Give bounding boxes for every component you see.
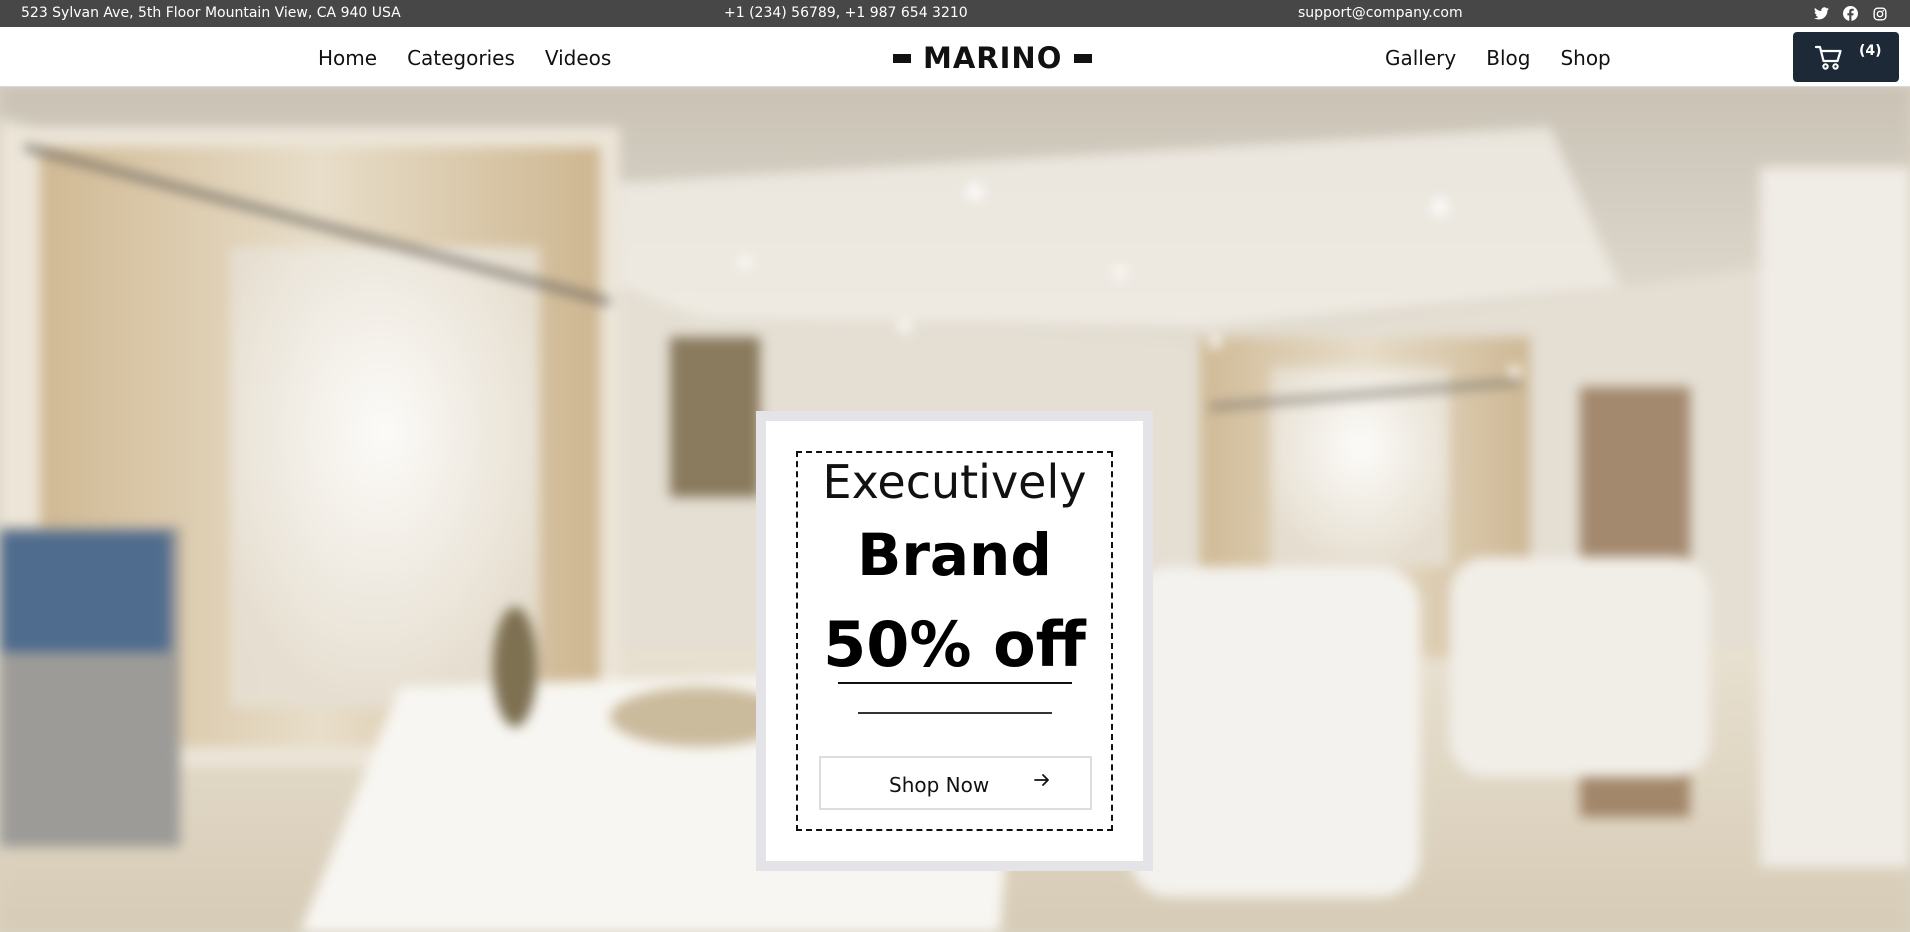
- promo-line-executively: Executively: [822, 455, 1087, 509]
- site-header: Home Categories Videos MARINO Gallery Bl…: [0, 27, 1910, 87]
- promo-dashed-frame: Executively Brand 50% off Shop Now: [796, 451, 1113, 831]
- nav-categories[interactable]: Categories: [407, 46, 515, 70]
- logo-bar-left: [893, 53, 911, 63]
- facebook-icon[interactable]: [1841, 4, 1860, 23]
- cart-button[interactable]: (4): [1793, 32, 1899, 82]
- arrow-right-icon: [1033, 771, 1051, 794]
- logo-text: MARINO: [923, 41, 1063, 75]
- top-info-bar: 523 Sylvan Ave, 5th Floor Mountain View,…: [0, 0, 1910, 27]
- social-links: [1812, 4, 1889, 23]
- promo-divider-bottom: [858, 712, 1052, 714]
- site-logo[interactable]: MARINO: [893, 41, 1093, 75]
- twitter-icon[interactable]: [1812, 4, 1831, 23]
- promo-line-discount: 50% off: [823, 608, 1086, 681]
- cart-icon: [1814, 45, 1843, 76]
- address-text: 523 Sylvan Ave, 5th Floor Mountain View,…: [21, 5, 401, 21]
- shop-now-label: Shop Now: [889, 773, 990, 797]
- hero-banner: Executively Brand 50% off Shop Now: [0, 87, 1910, 932]
- instagram-icon[interactable]: [1870, 4, 1889, 23]
- email-link[interactable]: support@company.com: [1298, 5, 1463, 21]
- nav-shop[interactable]: Shop: [1560, 46, 1610, 70]
- promo-card: Executively Brand 50% off Shop Now: [756, 411, 1153, 871]
- nav-gallery[interactable]: Gallery: [1385, 46, 1456, 70]
- logo-bar-right: [1074, 53, 1093, 63]
- nav-right: Gallery Blog Shop: [1385, 46, 1611, 70]
- nav-videos[interactable]: Videos: [545, 46, 611, 70]
- promo-card-inner: Executively Brand 50% off Shop Now: [766, 421, 1143, 861]
- nav-left: Home Categories Videos: [318, 46, 611, 70]
- cart-count-badge: (4): [1859, 43, 1882, 59]
- nav-blog[interactable]: Blog: [1486, 46, 1530, 70]
- shop-now-button[interactable]: Shop Now: [819, 756, 1092, 810]
- promo-line-brand: Brand: [857, 521, 1052, 589]
- nav-home[interactable]: Home: [318, 46, 377, 70]
- promo-divider-top: [838, 682, 1072, 684]
- phone-text[interactable]: +1 (234) 56789, +1 987 654 3210: [724, 5, 968, 21]
